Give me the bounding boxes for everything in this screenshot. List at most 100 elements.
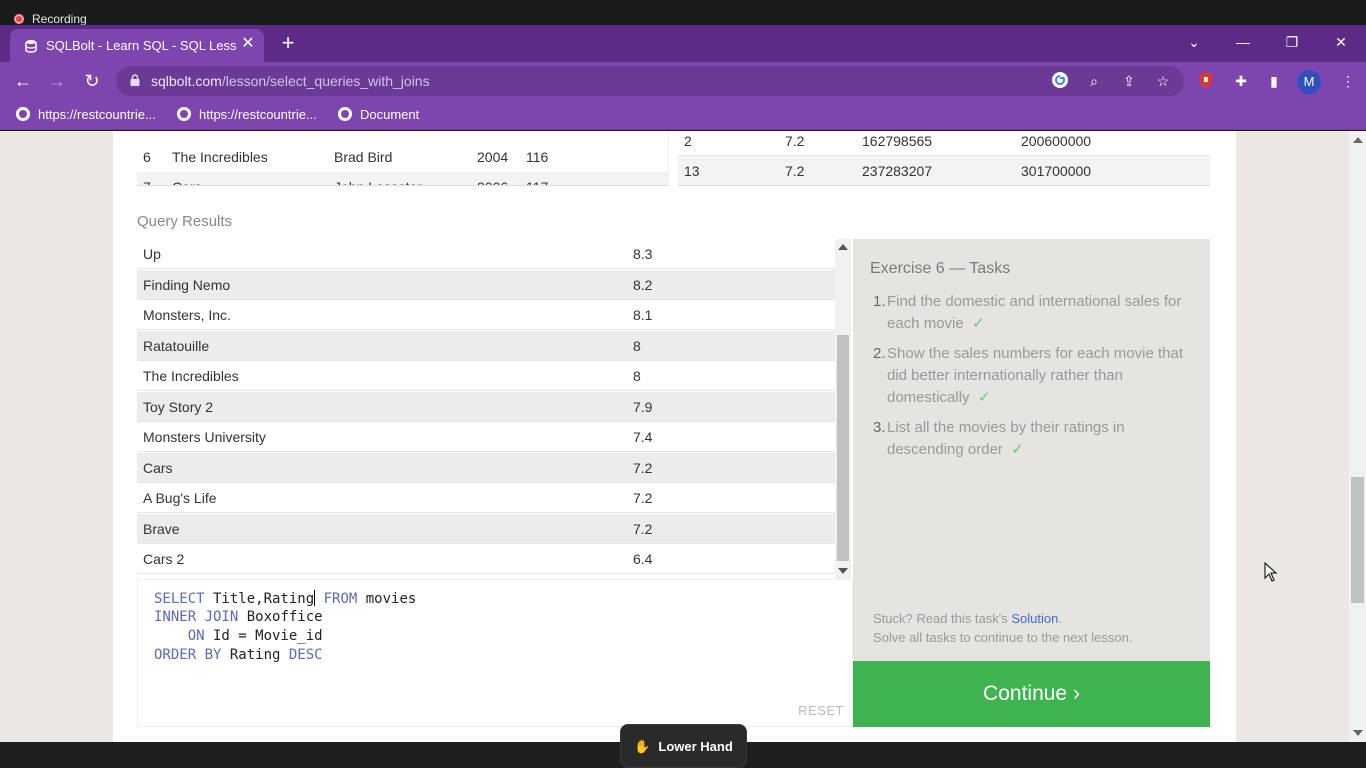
- result-title: Cars 2: [143, 551, 185, 567]
- checkmark-icon: ✓: [1011, 441, 1024, 458]
- result-rating: 6.4: [633, 551, 653, 567]
- table-row: 6 The Incredibles Brad Bird 2004 116: [137, 142, 668, 172]
- text-caret: [314, 590, 316, 606]
- scroll-up-arrow-icon[interactable]: [1353, 137, 1363, 143]
- bookmark-item[interactable]: https://restcountrie...: [177, 107, 317, 122]
- bookmark-label: https://restcountrie...: [38, 107, 156, 122]
- recording-icon: [14, 14, 24, 24]
- table-cell: 2006: [477, 172, 508, 185]
- tasks-panel: Exercise 6 — Tasks 1. Find the domestic …: [853, 239, 1210, 661]
- table-row: The Incredibles 8: [137, 361, 835, 391]
- tab-strip: SQLBolt - Learn SQL - SQL Lesson ✕ + ⌄ —…: [0, 25, 1366, 62]
- result-title: Cars: [143, 459, 173, 476]
- result-title: Finding Nemo: [143, 276, 231, 293]
- result-rating: 7.4: [633, 429, 653, 445]
- browser-toolbar: ← → ↻ sqlbolt.com/lesson/select_queries_…: [0, 62, 1366, 100]
- table-row: 13 7.2 237283207 301700000: [678, 156, 1210, 185]
- sql-keyword: ORDER BY: [154, 647, 222, 663]
- browser-tab[interactable]: SQLBolt - Learn SQL - SQL Lesson ✕: [10, 29, 264, 62]
- table-cell: The Incredibles: [172, 149, 268, 165]
- stuck-text: Stuck? Read this task's: [873, 611, 1012, 626]
- table-row: Ratatouille 8: [137, 330, 835, 361]
- query-results-label: Query Results: [137, 213, 233, 230]
- table-cell: 200600000: [1021, 133, 1092, 149]
- query-results-table[interactable]: Up 8.3 Finding Nemo 8.2 Monsters, Inc. 8.1 …: [137, 239, 851, 579]
- database-icon: [25, 40, 37, 53]
- forward-arrow-icon[interactable]: →: [45, 69, 69, 93]
- sql-text: Title,Rating: [204, 591, 315, 607]
- reload-icon[interactable]: ↻: [80, 69, 104, 93]
- movies-table[interactable]: 6 The Incredibles Brad Bird 2004 116 7 C…: [137, 131, 669, 186]
- tab-title: SQLBolt - Learn SQL - SQL Lesson: [46, 38, 236, 53]
- result-rating: 7.9: [633, 398, 653, 415]
- page-scrollbar[interactable]: [1349, 131, 1366, 742]
- back-arrow-icon[interactable]: ←: [11, 69, 35, 93]
- boxoffice-table[interactable]: 2 7.2 162798565 200600000 13 7.2 2372832…: [678, 131, 1210, 186]
- restore-icon[interactable]: ❐: [1277, 31, 1307, 53]
- lower-hand-button[interactable]: ✋ Lower Hand: [620, 724, 747, 768]
- bookmark-star-icon[interactable]: ☆: [1153, 71, 1173, 91]
- extensions-puzzle-icon[interactable]: ✚: [1231, 71, 1251, 91]
- close-window-icon[interactable]: ✕: [1326, 31, 1356, 53]
- page-viewport: 6 The Incredibles Brad Bird 2004 116 7 C…: [0, 131, 1366, 742]
- table-row: 2 7.2 162798565 200600000: [678, 131, 1210, 156]
- result-rating: 8.2: [633, 276, 653, 293]
- globe-icon: [16, 107, 30, 121]
- table-cell: 2004: [477, 149, 509, 165]
- menu-kebab-icon[interactable]: ⋮: [1338, 71, 1358, 91]
- result-title: Monsters University: [143, 429, 266, 445]
- reset-button[interactable]: RESET: [798, 703, 844, 718]
- table-row: 7 Cars John Lasseter 2006 117: [137, 172, 668, 185]
- table-cell: 237283207: [862, 163, 933, 179]
- sql-editor[interactable]: SELECT Title,Rating FROM movies INNER JO…: [137, 579, 853, 727]
- result-title: Monsters, Inc.: [143, 307, 231, 323]
- brave-shield-icon[interactable]: [1196, 71, 1216, 91]
- table-cell: 7.2: [785, 133, 805, 149]
- url-text: sqlbolt.com/lesson/select_queries_with_j…: [151, 73, 430, 89]
- table-cell: 13: [684, 163, 700, 179]
- google-lens-icon[interactable]: [1050, 71, 1070, 91]
- recording-label: Recording: [32, 12, 87, 26]
- results-scrollbar[interactable]: [835, 239, 851, 579]
- sql-keyword: DESC: [288, 647, 323, 663]
- bookmark-label: https://restcountrie...: [199, 107, 317, 122]
- scrollbar-thumb[interactable]: [837, 335, 849, 561]
- bookmark-item[interactable]: Document: [338, 107, 419, 122]
- task-number: 3.: [873, 419, 886, 436]
- result-title: A Bug's Life: [143, 490, 217, 506]
- minimize-icon[interactable]: —: [1228, 31, 1258, 53]
- globe-icon: [177, 107, 191, 121]
- side-panel-icon[interactable]: ▮: [1264, 71, 1284, 91]
- bookmark-item[interactable]: https://restcountrie...: [16, 107, 156, 122]
- result-title: Toy Story 2: [143, 398, 214, 415]
- table-row: Toy Story 2 7.9: [137, 391, 835, 422]
- result-rating: 7.2: [633, 459, 653, 476]
- result-title: The Incredibles: [143, 368, 239, 384]
- mouse-cursor-icon: [1264, 562, 1278, 582]
- scrollbar-thumb[interactable]: [1351, 477, 1364, 603]
- sql-keyword: ON: [187, 628, 205, 644]
- close-tab-icon[interactable]: ✕: [239, 35, 257, 53]
- share-icon[interactable]: ⇪: [1119, 71, 1139, 91]
- table-cell: 301700000: [1021, 163, 1092, 179]
- new-tab-plus-icon[interactable]: +: [276, 31, 300, 55]
- table-cell: Cars: [172, 172, 202, 185]
- code-line: INNER JOIN Boxoffice: [154, 609, 323, 625]
- address-bar[interactable]: sqlbolt.com/lesson/select_queries_with_j…: [116, 66, 1184, 96]
- result-rating: 8: [633, 337, 641, 354]
- scroll-down-arrow-icon[interactable]: [1353, 730, 1363, 736]
- scroll-up-arrow-icon[interactable]: [838, 244, 848, 250]
- zoom-icon[interactable]: ⌕: [1084, 71, 1104, 91]
- tab-search-chevron-icon[interactable]: ⌄: [1179, 31, 1209, 53]
- stuck-suffix: .: [1058, 611, 1062, 626]
- result-rating: 8.1: [633, 307, 653, 323]
- solution-link[interactable]: Solution: [1011, 611, 1058, 626]
- scroll-down-arrow-icon[interactable]: [838, 568, 848, 574]
- raised-hand-icon: ✋: [634, 739, 651, 754]
- profile-avatar[interactable]: M: [1297, 70, 1321, 94]
- continue-button[interactable]: Continue ›: [853, 661, 1210, 727]
- sql-keyword: INNER JOIN: [154, 609, 239, 625]
- task-number: 1.: [873, 293, 886, 310]
- lesson-content: 6 The Incredibles Brad Bird 2004 116 7 C…: [113, 131, 1236, 742]
- code-line: ON Id = Movie_id: [154, 628, 323, 644]
